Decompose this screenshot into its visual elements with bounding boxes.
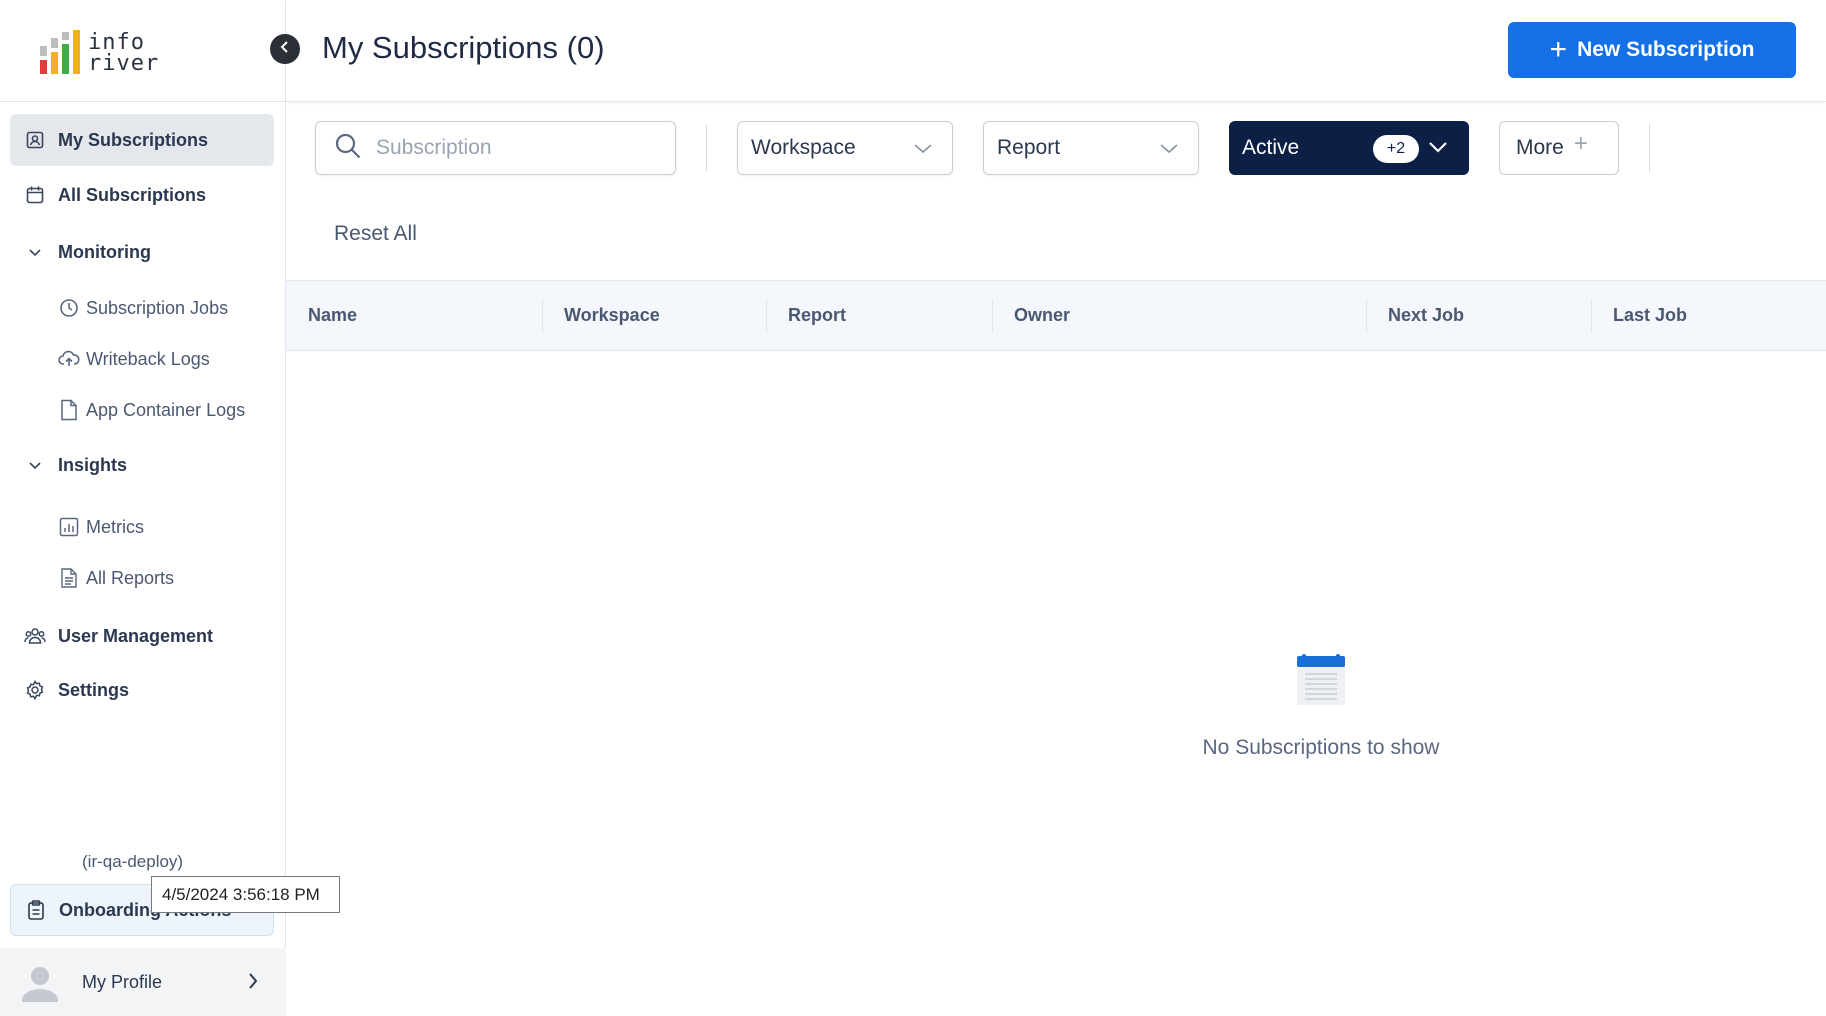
chevron-down-icon	[1427, 137, 1449, 163]
column-header-workspace[interactable]: Workspace	[542, 281, 766, 350]
nav-settings[interactable]: Settings	[10, 664, 274, 716]
nav-label: My Subscriptions	[58, 129, 209, 150]
more-filters-button[interactable]: More +	[1499, 121, 1619, 175]
page-title: My Subscriptions (0)	[322, 30, 605, 65]
nav-user-management[interactable]: User Management	[10, 610, 274, 662]
plus-icon: +	[1549, 33, 1568, 66]
nav-writeback-logs[interactable]: Writeback Logs	[58, 342, 210, 376]
search-icon	[334, 132, 362, 165]
workspace-dropdown-label: Workspace	[751, 136, 856, 159]
nav-all-subscriptions[interactable]: All Subscriptions	[10, 169, 274, 221]
nav-all-reports[interactable]: All Reports	[58, 561, 174, 595]
status-dropdown-label: Active	[1242, 136, 1300, 159]
report-icon	[58, 567, 80, 589]
nav-label: Writeback Logs	[86, 348, 210, 369]
nav-label: All Subscriptions	[58, 184, 207, 205]
chevron-left-icon	[278, 40, 292, 59]
report-dropdown-label: Report	[997, 136, 1061, 159]
nav-label: Monitoring	[58, 241, 151, 262]
clipboard-icon	[25, 899, 47, 921]
nav-monitoring[interactable]: Monitoring	[10, 226, 274, 278]
avatar	[20, 962, 60, 1002]
clock-icon	[58, 297, 80, 319]
chart-icon	[58, 516, 80, 538]
chevron-down-icon	[24, 454, 46, 476]
chevron-right-icon	[246, 972, 260, 995]
nav-label: Subscription Jobs	[86, 297, 229, 318]
logo-divider	[0, 101, 286, 102]
empty-message: No Subscriptions to show	[1202, 736, 1440, 759]
nav-insights[interactable]: Insights	[10, 439, 274, 491]
inforiver-logo[interactable]: info river	[38, 28, 160, 76]
search-input[interactable]	[376, 136, 636, 160]
filter-divider	[1649, 124, 1650, 172]
new-subscription-label: New Subscription	[1577, 38, 1755, 61]
reset-all-link[interactable]: Reset All	[334, 222, 417, 246]
status-dropdown[interactable]: Active +2	[1229, 121, 1469, 175]
timestamp-tooltip: 4/5/2024 3:56:18 PM	[151, 876, 340, 913]
cloud-upload-icon	[58, 348, 80, 370]
nav-label: Insights	[58, 454, 128, 475]
subscription-icon	[24, 129, 46, 151]
logo-text: info river	[88, 30, 160, 76]
column-header-name[interactable]: Name	[286, 281, 542, 350]
logo-line-2: river	[88, 51, 160, 76]
logo-bars-icon	[38, 30, 82, 74]
collapse-sidebar-button[interactable]	[270, 34, 300, 64]
column-header-last-job[interactable]: Last Job	[1591, 281, 1826, 350]
app-root: info river My Subscriptions All Subscrip…	[0, 0, 1826, 1016]
table-header: Name Workspace Report Owner Next Job Las…	[286, 280, 1826, 351]
empty-notepad-icon	[1296, 652, 1346, 706]
calendar-icon	[24, 184, 46, 206]
report-dropdown[interactable]: Report	[983, 121, 1199, 175]
chevron-down-icon	[912, 138, 934, 164]
nav-subscription-jobs[interactable]: Subscription Jobs	[58, 291, 228, 325]
filter-divider	[706, 124, 707, 172]
page-header: My Subscriptions (0) + New Subscription	[286, 0, 1826, 102]
plus-icon: +	[1573, 130, 1588, 157]
column-header-report[interactable]: Report	[766, 281, 992, 350]
status-count-badge: +2	[1373, 135, 1419, 163]
users-icon	[24, 625, 46, 647]
new-subscription-button[interactable]: + New Subscription	[1508, 22, 1796, 78]
nav-label: All Reports	[86, 567, 175, 588]
column-header-next-job[interactable]: Next Job	[1366, 281, 1591, 350]
search-box[interactable]	[315, 121, 676, 175]
file-icon	[58, 399, 80, 421]
tenant-label: (ir-qa-deploy)	[82, 852, 184, 871]
workspace-dropdown[interactable]: Workspace	[737, 121, 953, 175]
chevron-down-icon	[24, 241, 46, 263]
profile-label: My Profile	[82, 971, 163, 992]
nav-label: App Container Logs	[86, 399, 246, 420]
my-profile-button[interactable]: My Profile	[0, 948, 286, 1016]
nav-label: Metrics	[86, 516, 144, 537]
chevron-down-icon	[1158, 138, 1180, 164]
nav-label: User Management	[58, 625, 214, 646]
nav-my-subscriptions[interactable]: My Subscriptions	[10, 114, 274, 166]
sidebar: info river My Subscriptions All Subscrip…	[0, 0, 286, 1016]
empty-state: No Subscriptions to show	[1196, 652, 1446, 760]
logo-line-1: info	[88, 30, 145, 55]
more-filters-label: More	[1516, 136, 1564, 159]
nav-metrics[interactable]: Metrics	[58, 510, 144, 544]
nav-label: Settings	[58, 679, 130, 700]
column-header-owner[interactable]: Owner	[992, 281, 1366, 350]
nav-app-container-logs[interactable]: App Container Logs	[58, 393, 245, 427]
gear-icon	[24, 679, 46, 701]
